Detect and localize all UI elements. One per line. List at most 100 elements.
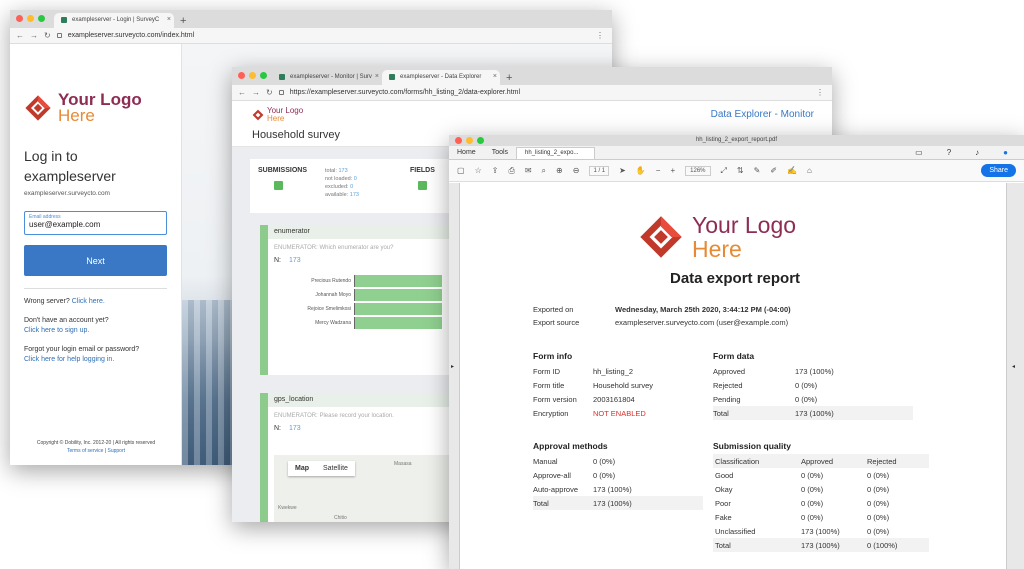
bar-label: Precious Rutendo	[311, 278, 351, 284]
bar	[354, 303, 442, 315]
print-icon[interactable]: ⎙	[508, 166, 514, 176]
close-tab-icon[interactable]: ×	[167, 16, 171, 23]
forward-icon[interactable]: →	[30, 31, 38, 40]
upload-icon[interactable]: ⇪	[492, 166, 499, 175]
zoom-in-icon[interactable]: +	[670, 166, 675, 175]
table-row: Poor 0 (0%) 0 (0%)	[715, 498, 890, 508]
page-up-icon[interactable]: ⊕	[556, 166, 563, 175]
save-icon[interactable]: ▢	[457, 166, 465, 175]
menu-tools[interactable]: Tools	[484, 149, 516, 159]
tab-login[interactable]: exampleserver - Login | SurveyC ×	[54, 13, 174, 28]
zoom-out-icon[interactable]: −	[656, 166, 661, 175]
close-window-button[interactable]	[16, 15, 23, 22]
window-controls	[16, 15, 45, 22]
url-field[interactable]: https://exampleserver.surveycto.com/form…	[290, 89, 520, 96]
bar-label: Mercy Wadzana	[315, 320, 351, 326]
maximize-window-button[interactable]	[38, 15, 45, 22]
close-tab-icon[interactable]: ×	[375, 73, 379, 80]
back-icon[interactable]: ←	[16, 31, 24, 40]
wrong-server-link[interactable]: Click here.	[72, 298, 105, 305]
location-map[interactable]: Map Satellite Masasa Kwekwe Chitio	[274, 455, 450, 522]
address-bar: ← → ↻ https://exampleserver.surveycto.co…	[232, 85, 832, 101]
menu-kebab-icon[interactable]: ⋮	[816, 88, 824, 97]
minimize-window-button[interactable]	[466, 137, 473, 144]
approval-methods-section: Approval methods Manual 0 (0%) Approve-al…	[533, 441, 703, 510]
document-tab[interactable]: hh_listing_2_expo...	[516, 147, 596, 159]
pdf-viewer-window: hh_listing_2_export_report.pdf Home Tool…	[449, 135, 1024, 569]
zoom-level[interactable]: 126%	[685, 165, 711, 176]
account-icon[interactable]: ●	[995, 148, 1016, 160]
map-place-label: Chitio	[334, 515, 347, 521]
fit-icon[interactable]: ⤢	[721, 166, 727, 176]
pdf-toolbar: ▢ ☆ ⇪ ⎙ ✉ ⌕ ⊕ ⊖ 1 / 1 ➤ ✋ − + 126% ⤢ ⇅ ✎…	[449, 160, 1024, 182]
share-button[interactable]: Share	[981, 164, 1016, 177]
signup-link[interactable]: Click here to sign up.	[24, 326, 167, 336]
submissions-card: SUBMISSIONS total: 173 not loaded: 0 exc…	[250, 159, 460, 213]
terms-link[interactable]: Terms of service	[67, 448, 103, 454]
fields-icon[interactable]	[418, 181, 427, 190]
forgot-line: Forgot your login email or password? Cli…	[24, 345, 167, 365]
page-current: 1	[593, 167, 597, 174]
breadcrumb[interactable]: Data Explorer - Monitor	[711, 109, 814, 120]
page-down-icon[interactable]: ⊖	[573, 166, 580, 175]
email-icon[interactable]: ✉	[525, 166, 532, 175]
close-window-button[interactable]	[238, 72, 245, 79]
sign-icon[interactable]: ✍	[787, 166, 797, 175]
next-button[interactable]: Next	[24, 245, 167, 276]
forward-icon[interactable]: →	[252, 88, 260, 97]
stat-label: available:	[325, 192, 349, 198]
kv-row: Form ID hh_listing_2	[533, 366, 634, 376]
forgot-link[interactable]: Click here for help logging in.	[24, 355, 167, 365]
window-controls	[455, 137, 484, 144]
bookmark-icon[interactable]: ☆	[475, 166, 482, 175]
form-data-section: Form data Approved 173 (100%) Rejected 0 (…	[713, 351, 913, 420]
window-controls	[238, 72, 267, 79]
tag-icon[interactable]: ⌂	[807, 166, 812, 175]
menu-kebab-icon[interactable]: ⋮	[596, 31, 604, 40]
minimize-window-button[interactable]	[249, 72, 256, 79]
comment-tool-icon[interactable]: ✎	[754, 166, 761, 175]
new-tab-button[interactable]: +	[500, 72, 518, 85]
page-total: / 1	[598, 167, 606, 174]
bar-row: Johannah Moyo	[274, 288, 450, 302]
screenshot-stage: exampleserver - Login | SurveyC × + ← → …	[0, 0, 1024, 569]
tab-data-explorer[interactable]: exampleserver - Data Explorer ×	[382, 70, 500, 85]
form-info-section: Form info Form ID hh_listing_2 Form title…	[533, 351, 703, 420]
reload-icon[interactable]: ↻	[44, 31, 51, 40]
help-icon[interactable]: ?	[939, 148, 959, 160]
new-tab-button[interactable]: +	[174, 15, 192, 28]
highlight-icon[interactable]: ✐	[770, 166, 777, 175]
submissions-icon[interactable]	[274, 181, 283, 190]
right-panel-toggle[interactable]: ◂	[1007, 183, 1024, 569]
close-window-button[interactable]	[455, 137, 462, 144]
close-tab-icon[interactable]: ×	[493, 73, 497, 80]
maximize-window-button[interactable]	[477, 137, 484, 144]
minimize-window-button[interactable]	[27, 15, 34, 22]
page-number-field[interactable]: 1 / 1	[589, 165, 610, 176]
map-tab[interactable]: Map	[288, 461, 316, 476]
search-icon[interactable]: ⌕	[542, 166, 546, 176]
survey-title: Household survey	[252, 129, 341, 141]
url-field[interactable]: exampleserver.surveycto.com/index.html	[68, 32, 194, 39]
tab-monitor[interactable]: exampleserver - Monitor | Surv ×	[272, 70, 382, 85]
left-panel-toggle[interactable]: ▸	[449, 183, 459, 569]
maximize-window-button[interactable]	[260, 72, 267, 79]
back-icon[interactable]: ←	[238, 88, 246, 97]
reload-icon[interactable]: ↻	[266, 88, 273, 97]
hand-icon[interactable]: ✋	[636, 166, 646, 175]
meta-label: Export source	[533, 318, 580, 327]
quality-table: Classification Approved Rejected Good 0 (…	[713, 454, 929, 552]
support-link[interactable]: Support	[107, 448, 125, 454]
email-value[interactable]: user@example.com	[29, 220, 162, 229]
map-type-toggle: Map Satellite	[288, 461, 355, 476]
table-header: Classification Approved Rejected	[713, 454, 929, 468]
panel-title: gps_location	[268, 393, 450, 407]
comment-icon[interactable]: ▭	[907, 148, 931, 160]
login-heading: Log in to exampleserver	[24, 146, 167, 186]
satellite-tab[interactable]: Satellite	[316, 461, 355, 476]
email-field[interactable]: Email address user@example.com	[24, 211, 167, 235]
bell-icon[interactable]: ♪	[967, 148, 987, 160]
cursor-icon[interactable]: ➤	[619, 166, 626, 175]
menu-home[interactable]: Home	[449, 149, 484, 159]
scroll-icon[interactable]: ⇅	[737, 166, 744, 175]
